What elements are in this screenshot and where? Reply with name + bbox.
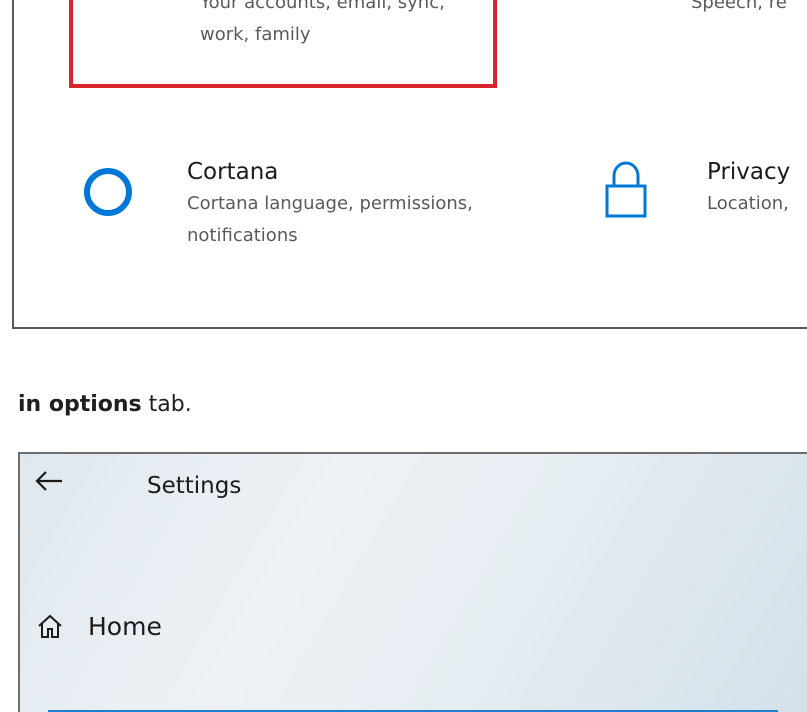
accounts-highlight-box xyxy=(69,0,497,88)
time-language-tile[interactable]: Speech, re xyxy=(596,0,807,78)
settings-categories-screenshot: Your accounts, email, sync, work, family… xyxy=(12,0,807,329)
cortana-tile[interactable]: Cortana Cortana language, permissions, n… xyxy=(74,156,494,266)
privacy-tile[interactable]: Privacy Location, xyxy=(604,156,807,266)
nav-item-home[interactable]: Home xyxy=(36,604,162,648)
tutorial-page: Your accounts, email, sync, work, family… xyxy=(0,0,807,712)
window-title: Settings xyxy=(147,473,242,499)
cortana-desc-line2: notifications xyxy=(187,225,298,246)
cortana-circle-icon xyxy=(84,168,132,216)
caption-rest-text: tab. xyxy=(141,392,192,417)
time-language-desc: Speech, re xyxy=(691,0,787,13)
privacy-lock-icon xyxy=(605,161,647,218)
back-arrow-icon[interactable] xyxy=(34,468,64,494)
instruction-caption: in options tab. xyxy=(18,392,192,417)
cortana-title: Cortana xyxy=(187,159,279,185)
privacy-desc: Location, xyxy=(707,193,789,214)
home-icon xyxy=(38,614,62,638)
home-label: Home xyxy=(88,611,162,641)
caption-bold-text: in options xyxy=(18,392,142,417)
privacy-title: Privacy xyxy=(707,159,791,185)
settings-window-screenshot: Settings Home xyxy=(18,452,807,712)
cortana-desc-line1: Cortana language, permissions, xyxy=(187,193,473,214)
